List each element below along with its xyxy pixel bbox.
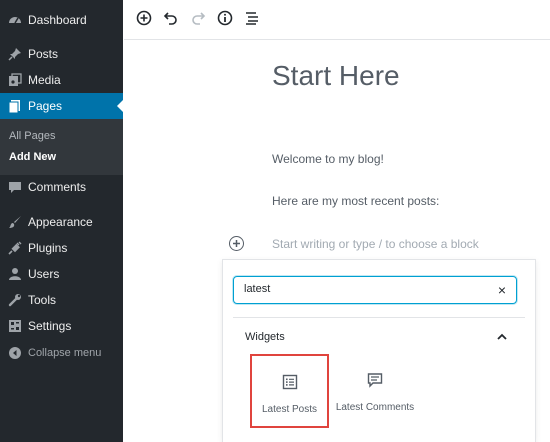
- sidebar-item-label: Tools: [28, 293, 57, 307]
- collapse-icon: [8, 346, 22, 360]
- add-block-icon: [136, 10, 152, 31]
- divider: [233, 317, 525, 318]
- admin-sidebar: Dashboard Posts Media Pages All Pages Ad…: [0, 0, 123, 442]
- sidebar-item-comments[interactable]: Comments: [0, 174, 123, 200]
- dashboard-icon: [8, 13, 22, 27]
- block-label: Latest Posts: [261, 404, 318, 415]
- brush-icon: [8, 215, 22, 229]
- redo-icon: [190, 10, 206, 31]
- user-icon: [8, 267, 22, 281]
- active-indicator: [117, 100, 123, 112]
- collapse-menu-button[interactable]: Collapse menu: [0, 340, 123, 366]
- editor-toolbar: [124, 0, 550, 40]
- sidebar-item-label: Settings: [28, 319, 72, 333]
- sidebar-item-label: Dashboard: [28, 13, 87, 27]
- sidebar-item-pages[interactable]: Pages: [0, 93, 123, 119]
- settings-icon: [8, 319, 22, 333]
- list-icon: [280, 372, 300, 392]
- sidebar-item-label: Comments: [28, 180, 87, 194]
- outline-button[interactable]: [242, 10, 262, 30]
- plus-icon: [232, 235, 241, 253]
- submenu-item-add-new[interactable]: Add New: [9, 151, 56, 163]
- comment-icon: [8, 180, 22, 194]
- sidebar-item-media[interactable]: Media: [0, 67, 123, 93]
- block-search-input[interactable]: [244, 283, 484, 295]
- paragraph-block[interactable]: Here are my most recent posts:: [272, 194, 439, 208]
- sidebar-item-label: Media: [28, 73, 61, 87]
- post-title[interactable]: Start Here: [272, 60, 400, 92]
- block-latest-posts[interactable]: Latest Posts: [250, 354, 329, 428]
- block-inserter-popover: × Widgets Latest Posts Latest Comments: [222, 259, 536, 442]
- redo-button[interactable]: [188, 10, 208, 30]
- clear-search-icon[interactable]: ×: [498, 281, 506, 299]
- undo-icon: [163, 10, 179, 31]
- panel-title-widgets[interactable]: Widgets: [245, 331, 285, 343]
- plug-icon: [8, 241, 22, 255]
- outline-icon: [244, 10, 260, 31]
- sidebar-item-settings[interactable]: Settings: [0, 313, 123, 339]
- info-button[interactable]: [215, 10, 235, 30]
- collapse-menu-label: Collapse menu: [28, 347, 102, 359]
- pages-submenu: All Pages Add New: [0, 119, 123, 175]
- block-search: ×: [233, 276, 517, 304]
- pin-icon: [8, 47, 22, 61]
- sidebar-item-plugins[interactable]: Plugins: [0, 235, 123, 261]
- media-icon: [8, 73, 22, 87]
- sidebar-item-label: Posts: [28, 47, 59, 61]
- sidebar-item-label: Users: [28, 267, 60, 281]
- block-label: Latest Comments: [335, 402, 415, 413]
- comment-icon: [365, 370, 385, 390]
- sidebar-item-appearance[interactable]: Appearance: [0, 209, 123, 235]
- sidebar-item-label: Plugins: [28, 241, 68, 255]
- undo-button[interactable]: [161, 10, 181, 30]
- block-placeholder[interactable]: Start writing or type / to choose a bloc…: [272, 237, 479, 251]
- submenu-item-all-pages[interactable]: All Pages: [9, 130, 55, 142]
- info-icon: [217, 10, 233, 31]
- sidebar-item-tools[interactable]: Tools: [0, 287, 123, 313]
- block-latest-comments[interactable]: Latest Comments: [333, 354, 417, 428]
- sidebar-item-posts[interactable]: Posts: [0, 41, 123, 67]
- paragraph-block[interactable]: Welcome to my blog!: [272, 152, 384, 166]
- sidebar-item-users[interactable]: Users: [0, 261, 123, 287]
- sidebar-item-label: Appearance: [28, 215, 93, 229]
- wrench-icon: [8, 293, 22, 307]
- inline-add-block-button[interactable]: [229, 236, 244, 251]
- sidebar-item-dashboard[interactable]: Dashboard: [0, 7, 123, 33]
- add-block-button[interactable]: [134, 10, 154, 30]
- sidebar-item-label: Pages: [28, 99, 63, 113]
- chevron-up-icon[interactable]: [495, 330, 509, 344]
- pages-icon: [8, 99, 22, 113]
